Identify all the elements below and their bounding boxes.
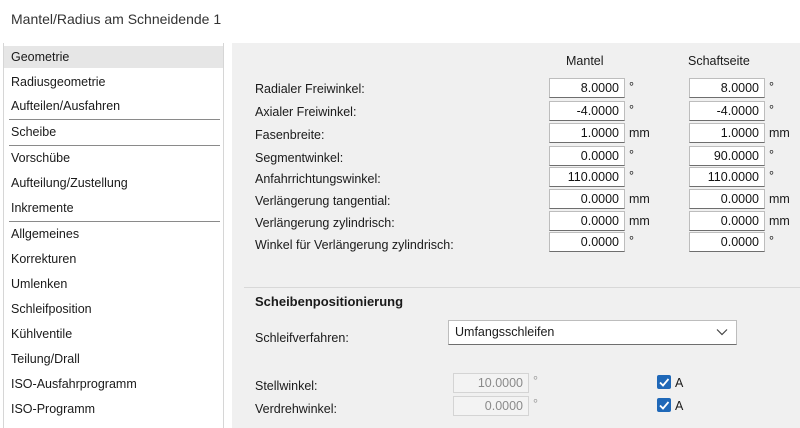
column-header-schaftseite: Schaftseite — [688, 54, 750, 68]
schaft-winkel-verlaengerung-zylindrisch-input[interactable]: 0.0000 — [689, 232, 765, 252]
schaft-verlaengerung-zylindrisch-input[interactable]: 0.0000 — [689, 211, 765, 231]
label-radialer-freiwinkel: Radialer Freiwinkel: — [255, 82, 365, 96]
window-title: Mantel/Radius am Schneidende 1 — [11, 11, 222, 27]
stellwinkel-auto-checkbox[interactable] — [657, 375, 671, 389]
verdrehwinkel-auto-label: A — [675, 399, 684, 413]
sidebar-item-iso-ausfahrprogramm[interactable]: ISO-Ausfahrprogramm — [4, 373, 223, 395]
mantel-verlaengerung-zylindrisch-input[interactable]: 0.0000 — [549, 211, 625, 231]
sidebar-item-scheibe[interactable]: Scheibe — [4, 121, 223, 143]
schaft-segmentwinkel-input[interactable]: 90.0000 — [689, 146, 765, 166]
unit-degree: ° — [629, 148, 634, 162]
schaft-anfahrrichtungswinkel-input[interactable]: 110.0000 — [689, 167, 765, 187]
stellwinkel-auto-label: A — [675, 376, 684, 390]
sidebar-item-teilung-drall[interactable]: Teilung/Drall — [4, 348, 223, 370]
label-stellwinkel: Stellwinkel: — [255, 379, 318, 393]
sidebar-item-umlenken[interactable]: Umlenken — [4, 273, 223, 295]
sidebar-separator — [9, 221, 220, 222]
stellwinkel-input[interactable]: 10.0000 — [453, 373, 529, 393]
sidebar-item-iso-programm[interactable]: ISO-Programm — [4, 398, 223, 420]
column-header-mantel: Mantel — [566, 54, 604, 68]
mantel-anfahrrichtungswinkel-input[interactable]: 110.0000 — [549, 167, 625, 187]
schaft-fasenbreite-input[interactable]: 1.0000 — [689, 123, 765, 143]
sidebar-nav: Geometrie Radiusgeometrie Aufteilen/Ausf… — [3, 43, 224, 428]
sidebar-item-vorschuebe[interactable]: Vorschübe — [4, 147, 223, 169]
sidebar-item-aufteilen-ausfahren[interactable]: Aufteilen/Ausfahren — [4, 95, 223, 117]
sidebar-item-kuehlventile[interactable]: Kühlventile — [4, 323, 223, 345]
schaft-radialer-freiwinkel-input[interactable]: 8.0000 — [689, 78, 765, 98]
schaft-axialer-freiwinkel-input[interactable]: -4.0000 — [689, 101, 765, 121]
title-bar: Mantel/Radius am Schneidende 1 — [0, 0, 800, 40]
sidebar-item-radiusgeometrie[interactable]: Radiusgeometrie — [4, 71, 223, 93]
label-schleifverfahren: Schleifverfahren: — [255, 331, 349, 345]
sidebar-separator — [9, 145, 220, 146]
unit-degree: ° — [533, 374, 538, 388]
mantel-verlaengerung-tangential-input[interactable]: 0.0000 — [549, 189, 625, 209]
section-divider — [244, 287, 800, 288]
unit-degree: ° — [629, 169, 634, 183]
sidebar-item-inkremente[interactable]: Inkremente — [4, 197, 223, 219]
verdrehwinkel-auto-checkbox[interactable] — [657, 398, 671, 412]
unit-mm: mm — [629, 192, 650, 206]
mantel-axialer-freiwinkel-input[interactable]: -4.0000 — [549, 101, 625, 121]
sidebar-item-allgemeines[interactable]: Allgemeines — [4, 223, 223, 245]
unit-mm: mm — [769, 192, 790, 206]
mantel-winkel-verlaengerung-zylindrisch-input[interactable]: 0.0000 — [549, 232, 625, 252]
unit-mm: mm — [769, 126, 790, 140]
unit-degree: ° — [629, 103, 634, 117]
label-segmentwinkel: Segmentwinkel: — [255, 151, 344, 165]
sidebar-item-geometrie[interactable]: Geometrie — [4, 46, 223, 68]
sidebar-item-korrekturen[interactable]: Korrekturen — [4, 248, 223, 270]
sidebar-item-schleifposition[interactable]: Schleifposition — [4, 298, 223, 320]
unit-degree: ° — [769, 148, 774, 162]
unit-mm: mm — [629, 214, 650, 228]
label-verdrehwinkel: Verdrehwinkel: — [255, 402, 337, 416]
unit-mm: mm — [769, 214, 790, 228]
label-fasenbreite: Fasenbreite: — [255, 128, 325, 142]
chevron-down-icon — [716, 329, 728, 336]
unit-degree: ° — [533, 397, 538, 411]
checkmark-icon — [659, 378, 670, 387]
mantel-fasenbreite-input[interactable]: 1.0000 — [549, 123, 625, 143]
label-anfahrrichtungswinkel: Anfahrrichtungswinkel: — [255, 172, 381, 186]
sidebar-separator — [9, 119, 220, 120]
section-title-scheibenpositionierung: Scheibenpositionierung — [255, 294, 404, 309]
unit-degree: ° — [629, 234, 634, 248]
unit-mm: mm — [629, 126, 650, 140]
mantel-segmentwinkel-input[interactable]: 0.0000 — [549, 146, 625, 166]
label-winkel-verlaengerung-zylindrisch: Winkel für Verlängerung zylindrisch: — [255, 238, 454, 252]
unit-degree: ° — [769, 234, 774, 248]
sidebar-item-aufteilung-zustellung[interactable]: Aufteilung/Zustellung — [4, 172, 223, 194]
schleifverfahren-select[interactable]: Umfangsschleifen — [448, 320, 737, 345]
schaft-verlaengerung-tangential-input[interactable]: 0.0000 — [689, 189, 765, 209]
verdrehwinkel-input[interactable]: 0.0000 — [453, 396, 529, 416]
schleifverfahren-value: Umfangsschleifen — [455, 325, 555, 339]
mantel-radialer-freiwinkel-input[interactable]: 8.0000 — [549, 78, 625, 98]
unit-degree: ° — [629, 80, 634, 94]
unit-degree: ° — [769, 103, 774, 117]
unit-degree: ° — [769, 80, 774, 94]
unit-degree: ° — [769, 169, 774, 183]
checkmark-icon — [659, 401, 670, 410]
label-axialer-freiwinkel: Axialer Freiwinkel: — [255, 105, 357, 119]
label-verlaengerung-zylindrisch: Verlängerung zylindrisch: — [255, 216, 395, 230]
label-verlaengerung-tangential: Verlängerung tangential: — [255, 194, 391, 208]
